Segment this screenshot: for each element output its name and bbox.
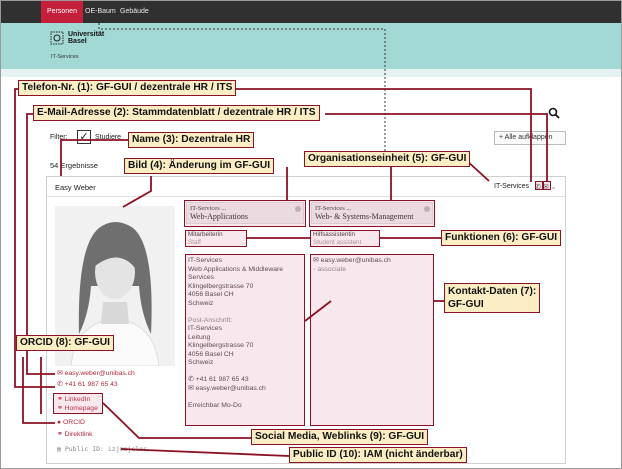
annotation-contact-line-2: GF-GUI bbox=[448, 299, 484, 310]
annotation-social: Social Media, Weblinks (9): GF-GUI bbox=[251, 429, 429, 445]
annotation-email: E-Mail-Adresse (2): Stammdatenblatt / de… bbox=[33, 105, 320, 121]
annotation-public-id: Public ID (10): IAM (nicht änderbar) bbox=[289, 447, 467, 463]
annotation-org-unit: Organisationseinheit (5): GF-GUI bbox=[304, 151, 471, 167]
annotation-contact: Kontakt-Daten (7): GF-GUI bbox=[444, 283, 541, 313]
screenshot-frame: Personen OE-Baum Gebäude Universität Bas… bbox=[0, 0, 622, 469]
annotation-name: Name (3): Dezentrale HR bbox=[128, 132, 255, 148]
annotation-functions: Funktionen (6): GF-GUI bbox=[441, 230, 562, 246]
annotation-telefon: Telefon-Nr. (1): GF-GUI / dezentrale HR … bbox=[18, 80, 237, 96]
annotation-orcid: ORCID (8): GF-GUI bbox=[16, 335, 114, 351]
annotation-contact-line-1: Kontakt-Daten (7): bbox=[448, 286, 537, 297]
annotation-bild: Bild (4): Änderung im GF-GUI bbox=[124, 158, 275, 174]
